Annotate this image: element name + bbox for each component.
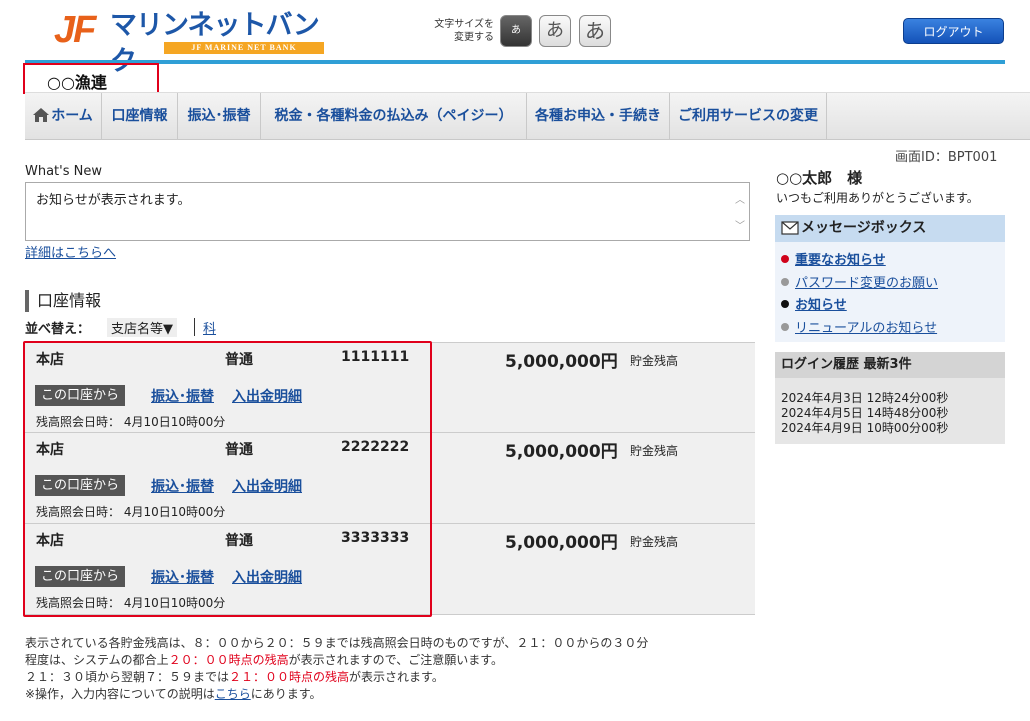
font-size-small-button[interactable]: あ [500,15,532,47]
message-item-important[interactable]: 重要なお知らせ [781,249,886,268]
jf-marine-net-bank-logo[interactable]: JF マリンネットバンク JF MARINE NET BANK [54,8,330,77]
news-detail-link[interactable]: 詳細はこちらへ [25,242,116,261]
message-item-notice[interactable]: お知らせ [781,294,847,313]
nav-item-home[interactable]: ホーム [25,93,101,140]
note-line-1: 表示されている各貯金残高は、８：００から２０：５９までは残高照会日時のものですが… [25,636,649,650]
nav-item-transfer[interactable]: 振込･振替 [177,93,260,140]
gray-dot-icon [781,278,789,286]
font-size-label-line1: 文字サイズを [434,19,494,30]
nav-item-applications[interactable]: 各種お申込・手続き [526,93,669,140]
nav-item-account-info[interactable]: 口座情報 [101,93,177,140]
scroll-down-icon[interactable]: ﹀ [735,217,745,232]
message-box: メッセージボックス 重要なお知らせ パスワード変更のお願い お知らせ リニューア… [775,215,1005,342]
account-info-title: 口座情報 [25,290,101,312]
main-nav: ホーム 口座情報 振込･振替 税金・各種料金の払込み（ペイジー） 各種お申込・手… [25,92,1030,140]
scroll-up-icon[interactable]: ︿ [735,191,745,206]
sort-row: 並べ替え： 支店名等▼ 科目 [25,318,216,356]
logo-jf: JF [54,9,96,51]
news-text: お知らせが表示されます。 [36,193,191,208]
whats-new-label: What's New [25,164,102,179]
login-history-box: ログイン履歴 最新3件 2024年4月3日 12時24分00秒 2024年4月5… [775,352,1005,444]
header: JF マリンネットバンク JF MARINE NET BANK 文字サイズを 変… [0,0,1030,77]
account-balance: 5,000,000円 [505,442,618,462]
sort-branch-dropdown[interactable]: 支店名等▼ [107,318,177,337]
login-history-item: 2024年4月9日 10時00分00秒 [781,421,949,435]
organization-box: ○○漁連 [23,63,159,94]
logo-subtitle: JF MARINE NET BANK [164,42,324,54]
red-dot-icon [781,255,789,263]
user-name: ○○太郎 様 [776,169,863,187]
balance-notes: 表示されている各貯金残高は、８：００から２０：５９までは残高照会日時のものですが… [25,635,760,703]
message-item-password[interactable]: パスワード変更のお願い [781,272,938,291]
note-line-2: 程度は、システムの都合上２０：００時点の残高が表示されますので、ご注意願います。 [25,653,503,667]
nav-item-pay-easy[interactable]: 税金・各種料金の払込み（ペイジー） [260,93,526,140]
envelope-icon [781,221,799,235]
home-icon [33,108,50,122]
font-size-label-line2: 変更する [454,32,494,43]
nav-label-home: ホーム [51,108,93,124]
help-link[interactable]: こちら [215,687,251,701]
organization-name: ○○漁連 [47,73,107,92]
account-highlight-box [23,341,432,617]
account-balance-label: 貯金残高 [630,535,679,549]
message-box-header: メッセージボックス [775,215,1005,242]
header-divider [25,60,1005,64]
font-size-large-button[interactable]: あ [579,15,611,47]
login-history-title: ログイン履歴 最新3件 [775,352,1005,378]
user-greeting: いつもご利用ありがとうございます。 [776,191,979,205]
logout-button[interactable]: ログアウト [903,18,1004,44]
note-line-3: ２１：３０頃から翌朝７：５９までは２１：００時点の残高が表示されます。 [25,670,444,684]
message-item-renewal[interactable]: リニューアルのお知らせ [781,317,937,336]
font-size-label: 文字サイズを 変更する [420,18,494,44]
sort-separator [194,318,195,336]
font-size-medium-button[interactable]: あ [539,15,571,47]
message-box-title: メッセージボックス [801,220,927,236]
news-box[interactable]: お知らせが表示されます。 ︿ ﹀ [25,182,750,241]
account-balance-label: 貯金残高 [630,354,679,368]
account-balance: 5,000,000円 [505,533,618,553]
sort-label: 並べ替え： [25,322,91,337]
news-scrollbar[interactable]: ︿ ﹀ [732,183,749,240]
black-dot-icon [781,300,789,308]
nav-item-service-change[interactable]: ご利用サービスの変更 [669,93,827,140]
account-balance: 5,000,000円 [505,352,618,372]
note-line-4: ※操作，入力内容についての説明はこちらにあります。 [25,687,322,701]
screen-id: 画面ID：BPT001 [895,150,998,165]
gray-dot-icon [781,323,789,331]
account-balance-label: 貯金残高 [630,444,679,458]
